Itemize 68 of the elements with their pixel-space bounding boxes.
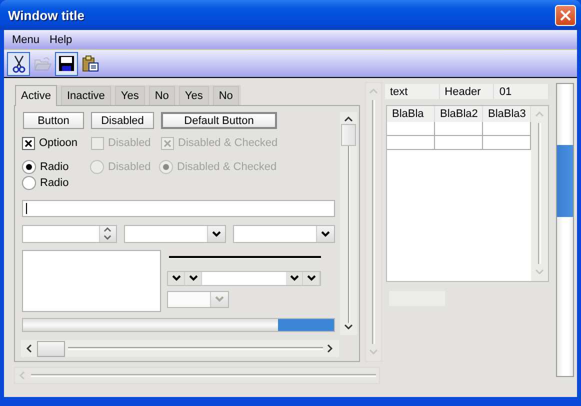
scroll-thumb[interactable]	[557, 145, 573, 217]
chevron-down-icon	[212, 230, 222, 238]
scrollbar[interactable]	[556, 83, 574, 377]
tab[interactable]: No	[148, 86, 175, 105]
spin-down-icon	[103, 234, 112, 242]
tab[interactable]: No	[212, 86, 239, 105]
table-cell	[387, 136, 435, 150]
header-section[interactable]: Header	[440, 84, 494, 99]
scroll-left-icon	[18, 371, 27, 380]
cross-icon	[164, 140, 171, 146]
folder-icon	[34, 56, 52, 72]
combo-box[interactable]	[124, 225, 226, 243]
menu-item[interactable]: Help	[44, 34, 78, 46]
tab[interactable]: Inactive	[60, 86, 111, 105]
scroll-thumb[interactable]	[341, 124, 356, 146]
radio-label: Disabled & Checked	[177, 161, 277, 173]
push-button[interactable]: Default Button	[161, 112, 277, 129]
scroll-up-icon	[535, 110, 544, 119]
scissors-icon	[12, 54, 26, 72]
toolbar-button[interactable]	[55, 52, 78, 76]
text-field[interactable]	[22, 200, 335, 217]
scroll-down-icon	[535, 268, 544, 277]
scroll-down-icon	[369, 348, 378, 357]
column-header[interactable]: BlaBla	[387, 106, 435, 122]
tab[interactable]: Active	[15, 85, 57, 106]
combo-box[interactable]	[233, 225, 335, 243]
scroll-left-icon	[25, 344, 34, 353]
window-title: Window title	[8, 8, 86, 22]
spin-box[interactable]	[22, 225, 117, 243]
checkbox-label: Optioon	[39, 137, 78, 149]
scroll-up-icon	[344, 115, 353, 124]
radio-label: Disabled	[108, 161, 151, 173]
radio-button[interactable]	[22, 176, 36, 190]
close-button[interactable]	[555, 4, 576, 26]
toolbar-button[interactable]	[7, 52, 30, 76]
spin-up-icon	[103, 226, 112, 234]
scroll-thumb[interactable]	[37, 340, 65, 356]
radio-label: Radio	[40, 177, 69, 189]
column-header[interactable]: BlaBla3	[483, 106, 531, 122]
column-header[interactable]: BlaBla2	[435, 106, 483, 122]
header-section[interactable]: text	[385, 84, 440, 99]
tab[interactable]: Yes	[114, 86, 145, 105]
tab[interactable]: Yes	[178, 86, 209, 105]
scrollbar[interactable]	[531, 106, 548, 281]
scroll-up-icon	[369, 87, 378, 96]
scroll-right-icon	[326, 344, 335, 353]
push-button[interactable]: Disabled	[91, 112, 154, 129]
scrollbar[interactable]	[340, 112, 357, 335]
date-field[interactable]	[167, 271, 321, 286]
cross-icon	[25, 140, 32, 146]
checkbox-label: Disabled	[108, 137, 151, 149]
close-icon	[560, 10, 571, 20]
radio-label: Radio	[40, 161, 69, 173]
table-cell	[435, 122, 483, 136]
clipboard-icon	[82, 55, 99, 72]
list-box[interactable]	[22, 250, 161, 312]
chevron-down-icon	[321, 230, 330, 238]
radio-button[interactable]	[22, 160, 36, 174]
push-button[interactable]: Button	[23, 112, 84, 129]
chevron-down-icon	[215, 295, 224, 304]
table-cell	[435, 136, 483, 150]
checkbox[interactable]	[22, 136, 35, 150]
checkbox-label: Disabled & Checked	[178, 137, 278, 149]
scrollbar[interactable]	[21, 340, 339, 357]
table-cell	[387, 122, 435, 136]
scroll-down-icon	[344, 323, 353, 332]
menu-item[interactable]: Menu	[7, 34, 45, 46]
header-section[interactable]: 01	[494, 84, 550, 99]
